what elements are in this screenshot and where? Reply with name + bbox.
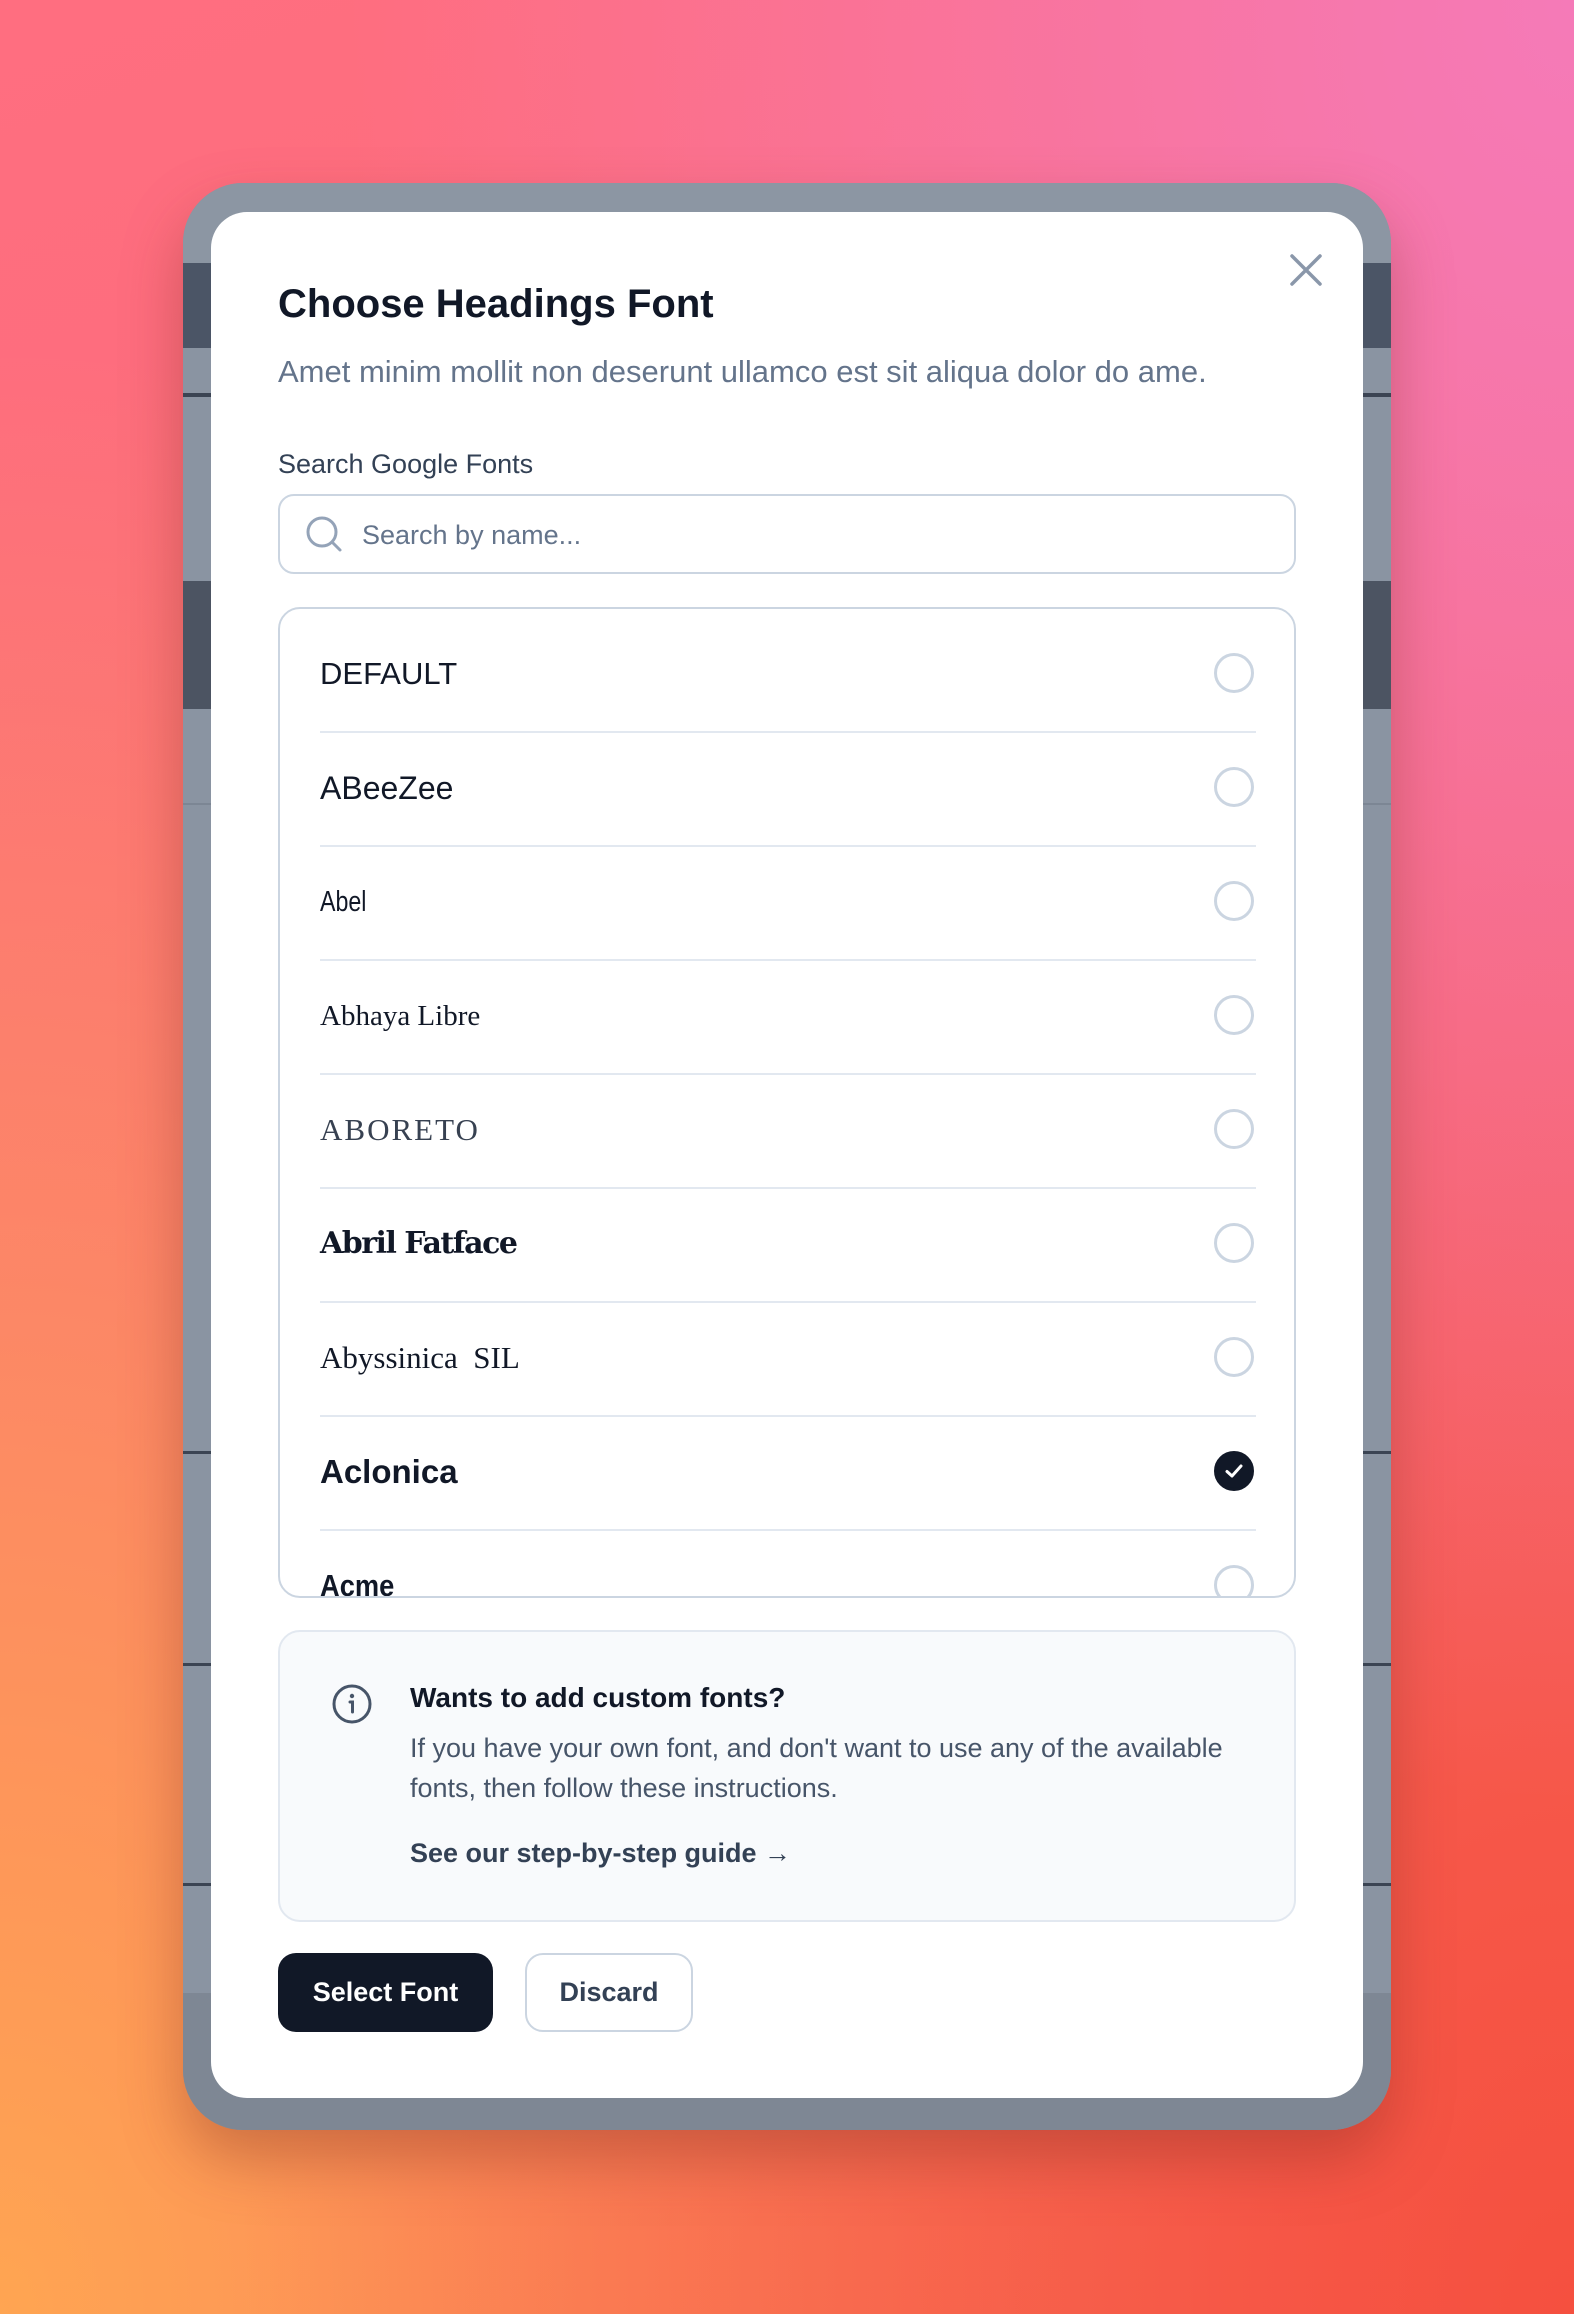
radio-button-selected[interactable] <box>1214 1451 1254 1491</box>
font-option-default[interactable]: DEFAULT <box>320 617 1256 733</box>
radio-button[interactable] <box>1214 1337 1254 1377</box>
radio-button[interactable] <box>1214 1109 1254 1149</box>
radio-button[interactable] <box>1214 653 1254 693</box>
font-name: Aclonica <box>320 1453 458 1490</box>
radio-button[interactable] <box>1214 1223 1254 1263</box>
font-option-abhaya-libre[interactable]: Abhaya Libre <box>320 959 1256 1075</box>
font-option-abyssinica-sil[interactable]: Abyssinica SIL <box>320 1301 1256 1417</box>
info-title: Wants to add custom fonts? <box>410 1682 786 1713</box>
font-option-abeezee[interactable]: ABeeZee <box>320 731 1256 847</box>
info-icon <box>332 1684 372 1724</box>
radio-button[interactable] <box>1214 1565 1254 1596</box>
font-name: Abril Fatface <box>320 1226 518 1261</box>
discard-button[interactable]: Discard <box>525 1953 693 2032</box>
search-input[interactable] <box>360 496 1264 574</box>
font-option-aboreto[interactable]: ABORETO <box>320 1073 1256 1189</box>
modal-title: Choose Headings Font <box>278 282 714 326</box>
font-name: Acme <box>320 1568 395 1598</box>
font-option-acme[interactable]: Acme <box>320 1529 1256 1598</box>
font-list[interactable]: DEFAULT ABeeZee Abel Abhaya Libre ABORET… <box>278 607 1296 1598</box>
select-font-button[interactable]: Select Font <box>278 1953 493 2032</box>
font-option-abril-fatface[interactable]: Abril Fatface <box>320 1187 1256 1303</box>
info-text: If you have your own font, and don't wan… <box>410 1733 1223 1803</box>
search-icon <box>306 516 342 552</box>
radio-button[interactable] <box>1214 995 1254 1035</box>
font-name: DEFAULT <box>320 656 458 691</box>
close-button[interactable] <box>1286 250 1326 290</box>
guide-link[interactable]: See our step-by-step guide → <box>410 1838 791 1869</box>
modal-subtitle: Amet minim mollit non deserunt ullamco e… <box>278 354 1207 389</box>
search-label: Search Google Fonts <box>278 449 534 479</box>
radio-button[interactable] <box>1214 767 1254 807</box>
search-field[interactable] <box>278 494 1296 574</box>
custom-fonts-info: Wants to add custom fonts? If you have y… <box>278 1630 1296 1922</box>
font-name: ABeeZee <box>320 770 454 806</box>
font-option-aclonica[interactable]: Aclonica <box>320 1415 1256 1531</box>
font-name: Abhaya Libre <box>320 1000 481 1032</box>
font-name: Abel <box>320 886 367 918</box>
radio-button[interactable] <box>1214 881 1254 921</box>
check-icon <box>1225 1464 1243 1478</box>
font-option-abel[interactable]: Abel <box>320 845 1256 961</box>
font-name: Abyssinica SIL <box>320 1340 520 1375</box>
font-name: ABORETO <box>320 1112 480 1147</box>
x-icon <box>1290 254 1322 286</box>
